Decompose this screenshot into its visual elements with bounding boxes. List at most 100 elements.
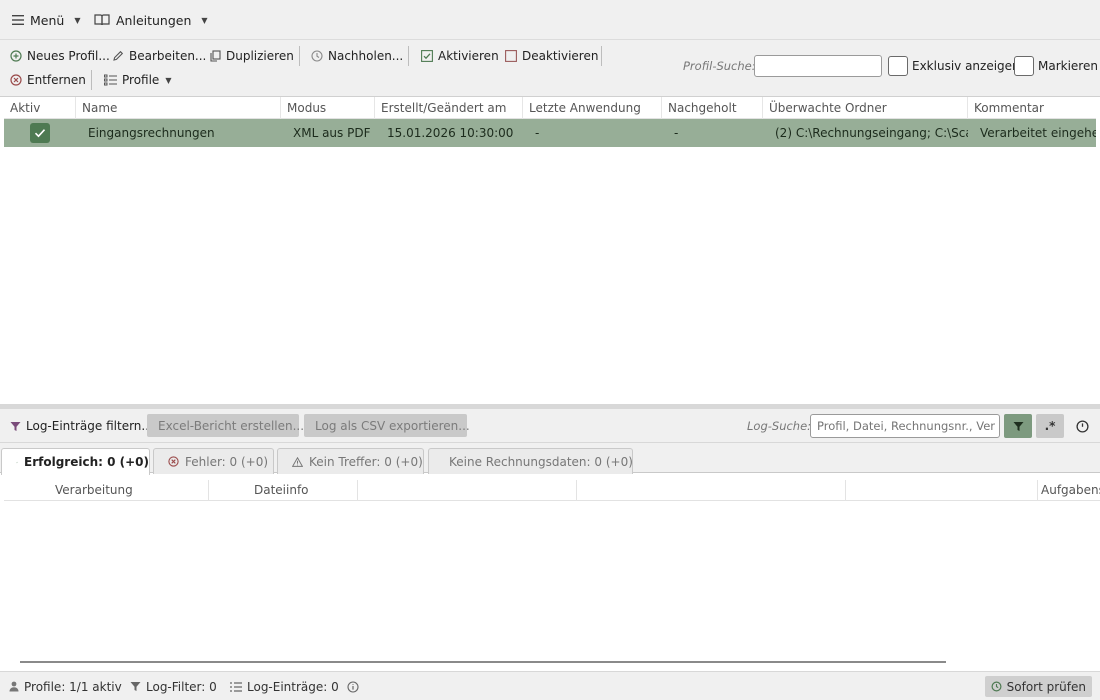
new-profile-label: Neues Profil... — [27, 49, 110, 63]
column-header-name[interactable]: Name — [76, 97, 281, 119]
profile-search-label: Profil-Suche: — [683, 59, 756, 73]
cell-changed: 15.01.2026 10:30:00 — [387, 126, 514, 140]
column-header-mode[interactable]: Modus — [281, 97, 375, 119]
exclusive-label: Exklusiv anzeigen — [912, 59, 1020, 73]
column-header-last-used[interactable]: Letzte Anwendung — [523, 97, 662, 119]
checkmark-icon — [34, 129, 46, 138]
log-table-header: Verarbeitung Dateiinfo Aufgabens — [4, 480, 1100, 501]
tab-success[interactable]: Erfolgreich: 0 (+0) — [1, 448, 150, 475]
error-circle-icon — [168, 456, 179, 467]
refresh-icon — [991, 681, 1002, 692]
column-header-folders[interactable]: Überwachte Ordner — [763, 97, 968, 119]
tab-no-invoice-data[interactable]: Keine Rechnungsdaten: 0 (+0) — [428, 448, 633, 474]
edit-button[interactable]: Bearbeiten... — [112, 46, 206, 66]
log-search-input[interactable] — [810, 414, 1000, 438]
tab-success-label: Erfolgreich: 0 (+0) — [24, 455, 149, 469]
checkbox-checked-icon — [421, 50, 433, 62]
log-search-label: Log-Suche: — [747, 419, 812, 433]
mark-label: Markieren — [1038, 59, 1098, 73]
cell-last-used: - — [535, 126, 540, 140]
log-entries-status-label: Log-Einträge: 0 — [247, 679, 339, 694]
tab-no-match[interactable]: Kein Treffer: 0 (+0) — [277, 448, 424, 474]
profiles-status-label: Profile: 1/1 aktiv — [24, 679, 122, 694]
csv-export-button[interactable]: Log als CSV exportieren... — [304, 414, 470, 437]
excel-report-label: Excel-Bericht erstellen... — [158, 418, 305, 433]
deactivate-button[interactable]: Deaktivieren — [505, 46, 598, 66]
deactivate-label: Deaktivieren — [522, 49, 599, 63]
column-header-empty[interactable] — [577, 480, 846, 501]
remove-circle-icon — [10, 74, 22, 86]
cell-comment: Verarbeitet eingehe — [980, 126, 1096, 140]
column-header-caught-up[interactable]: Nachgeholt — [662, 97, 763, 119]
copy-icon — [210, 50, 221, 62]
horizontal-scrollbar[interactable] — [20, 661, 946, 663]
toolbar-divider — [408, 46, 409, 66]
menu-label: Menü — [30, 12, 65, 28]
edit-label: Bearbeiten... — [129, 49, 207, 63]
table-row[interactable]: Eingangsrechnungen XML aus PDF 15.01.202… — [4, 119, 1096, 147]
tab-errors-label: Fehler: 0 (+0) — [185, 454, 269, 469]
checkmark-icon — [16, 461, 18, 463]
cell-folders: (2) C:\Rechnungseingang; C:\Scans — [775, 126, 968, 140]
column-header-comment[interactable]: Kommentar — [968, 97, 1096, 119]
cell-name: Eingangsrechnungen — [88, 126, 215, 140]
hamburger-icon — [12, 15, 24, 25]
column-header-file-info[interactable]: Dateiinfo — [209, 480, 358, 501]
toolbar-divider — [91, 70, 92, 90]
csv-export-label: Log als CSV exportieren... — [315, 418, 470, 433]
column-header-changed[interactable]: Erstellt/Geändert am — [375, 97, 523, 119]
catch-up-button[interactable]: Nachholen... — [311, 46, 403, 66]
user-icon — [9, 681, 19, 692]
regex-toggle-button[interactable]: .* — [1036, 414, 1064, 438]
column-header-active[interactable]: Aktiv — [4, 97, 76, 119]
cell-caught-up: - — [674, 126, 679, 140]
log-filter-status: Log-Filter: 0 — [130, 672, 217, 700]
chevron-down-icon: ▼ — [201, 15, 208, 25]
warning-icon — [292, 456, 303, 467]
info-button[interactable] — [347, 672, 359, 700]
mark-checkbox[interactable] — [1014, 56, 1034, 76]
remove-button[interactable]: Entfernen — [10, 70, 86, 90]
excel-report-button[interactable]: Excel-Bericht erstellen... — [147, 414, 304, 437]
column-header-task[interactable]: Aufgabens — [1038, 480, 1100, 501]
tab-no-match-label: Kein Treffer: 0 (+0) — [309, 454, 423, 469]
log-filter-label: Log-Einträge filtern... — [26, 419, 153, 433]
cell-mode: XML aus PDF — [293, 126, 371, 140]
filter-icon — [1013, 421, 1023, 431]
check-now-label: Sofort prüfen — [1006, 679, 1086, 694]
info-icon — [347, 680, 359, 693]
log-filter-button[interactable]: Log-Einträge filtern... — [10, 416, 153, 436]
plus-circle-icon — [10, 50, 22, 62]
book-icon — [94, 14, 110, 26]
list-icon — [230, 681, 242, 692]
apply-filter-button[interactable] — [1004, 414, 1032, 438]
guides-button[interactable]: Anleitungen ▼ — [94, 0, 208, 40]
activate-button[interactable]: Aktivieren — [421, 46, 499, 66]
duplicate-button[interactable]: Duplizieren — [210, 46, 294, 66]
tab-errors[interactable]: Fehler: 0 (+0) — [153, 448, 274, 474]
column-header-processing[interactable]: Verarbeitung — [4, 480, 209, 501]
menu-button[interactable]: Menü ▼ — [12, 0, 80, 40]
exclusive-checkbox[interactable] — [888, 56, 908, 76]
tab-no-invoice-data-label: Keine Rechnungsdaten: 0 (+0) — [449, 454, 633, 469]
toolbar-divider — [299, 46, 300, 66]
remove-label: Entfernen — [27, 73, 86, 87]
new-profile-button[interactable]: Neues Profil... — [10, 46, 110, 66]
profile-toolbar: Neues Profil... Bearbeiten... Dupliziere… — [0, 40, 1100, 97]
chevron-down-icon: ▼ — [165, 75, 172, 85]
catch-up-label: Nachholen... — [328, 49, 404, 63]
log-entries-status: Log-Einträge: 0 — [230, 672, 339, 700]
history-button[interactable] — [1068, 414, 1096, 438]
log-toolbar: Log-Einträge filtern... Excel-Bericht er… — [0, 409, 1100, 443]
log-filter-status-label: Log-Filter: 0 — [146, 679, 217, 694]
check-now-button[interactable]: Sofort prüfen — [984, 676, 1092, 697]
column-header-empty[interactable] — [358, 480, 577, 501]
status-bar: Profile: 1/1 aktiv Log-Filter: 0 Log-Ein… — [0, 671, 1100, 700]
profile-search-input[interactable] — [754, 55, 882, 77]
profiles-dropdown-button[interactable]: Profile ▼ — [104, 70, 171, 90]
checkbox-empty-icon — [505, 50, 517, 62]
toolbar-divider — [601, 46, 602, 66]
active-checkbox[interactable] — [30, 123, 50, 143]
column-header-empty[interactable] — [846, 480, 1038, 501]
filter-icon — [130, 682, 141, 691]
